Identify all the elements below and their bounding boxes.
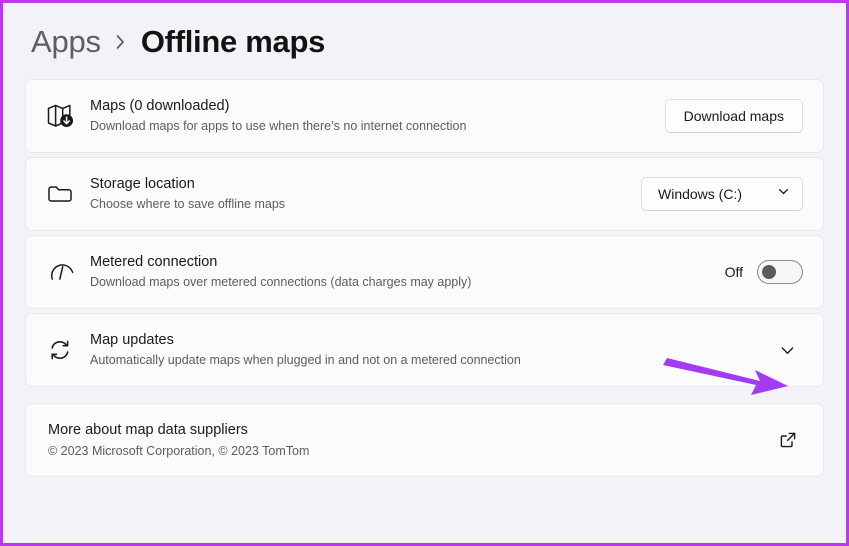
settings-row-action [771,334,805,366]
footer-link-title: More about map data suppliers [48,421,248,438]
metered-toggle-state-label: Off [724,264,743,280]
settings-row-text: Metered connection Download maps over me… [88,253,725,291]
settings-row-action: Windows (C:) [641,177,805,211]
settings-row-text: Map updates Automatically update maps wh… [88,331,771,369]
footer-link-copyright: © 2023 Microsoft Corporation, © 2023 Tom… [48,443,310,458]
settings-row-storage-location: Storage location Choose where to save of… [25,157,824,231]
settings-card-stack: Maps (0 downloaded) Download maps for ap… [25,79,824,477]
settings-row-action: Download maps [664,99,805,133]
storage-location-dropdown[interactable]: Windows (C:) [641,177,803,211]
settings-row-map-updates[interactable]: Map updates Automatically update maps wh… [25,313,824,387]
map-updates-expand-chevron[interactable] [771,334,803,366]
settings-row-maps: Maps (0 downloaded) Download maps for ap… [25,79,824,153]
settings-row-subtitle: Download maps over metered connections (… [90,275,472,290]
settings-row-subtitle: Choose where to save offline maps [90,197,286,212]
toggle-knob [762,265,776,279]
map-download-icon [46,102,88,130]
settings-page: Apps Offline maps Maps (0 downloaded) Do… [3,3,846,543]
settings-row-title: Storage location [90,175,195,192]
metered-connection-toggle[interactable] [757,260,803,284]
settings-row-subtitle: Automatically update maps when plugged i… [90,353,521,368]
footer-link-card[interactable]: More about map data suppliers © 2023 Mic… [25,403,824,477]
settings-row-text: Storage location Choose where to save of… [88,175,641,213]
settings-row-metered-connection: Metered connection Download maps over me… [25,235,824,309]
settings-row-title: Metered connection [90,253,218,270]
external-link-icon[interactable] [771,423,805,457]
chevron-down-icon [777,185,790,203]
settings-row-title: Maps (0 downloaded) [90,97,230,114]
storage-location-value: Windows (C:) [658,186,743,202]
gauge-icon [46,259,88,285]
page-title: Offline maps [140,24,326,59]
settings-row-action: Off [725,260,805,284]
sync-refresh-icon [46,336,88,364]
folder-icon [46,181,88,207]
download-maps-button[interactable]: Download maps [664,99,803,133]
footer-link-text: More about map data suppliers © 2023 Mic… [46,421,771,459]
breadcrumb-parent-apps[interactable]: Apps [31,24,101,60]
chevron-right-icon [113,27,129,57]
settings-row-title: Map updates [90,331,174,348]
settings-row-subtitle: Download maps for apps to use when there… [90,119,467,134]
breadcrumb: Apps Offline maps [25,17,824,79]
settings-row-text: Maps (0 downloaded) Download maps for ap… [88,97,665,135]
